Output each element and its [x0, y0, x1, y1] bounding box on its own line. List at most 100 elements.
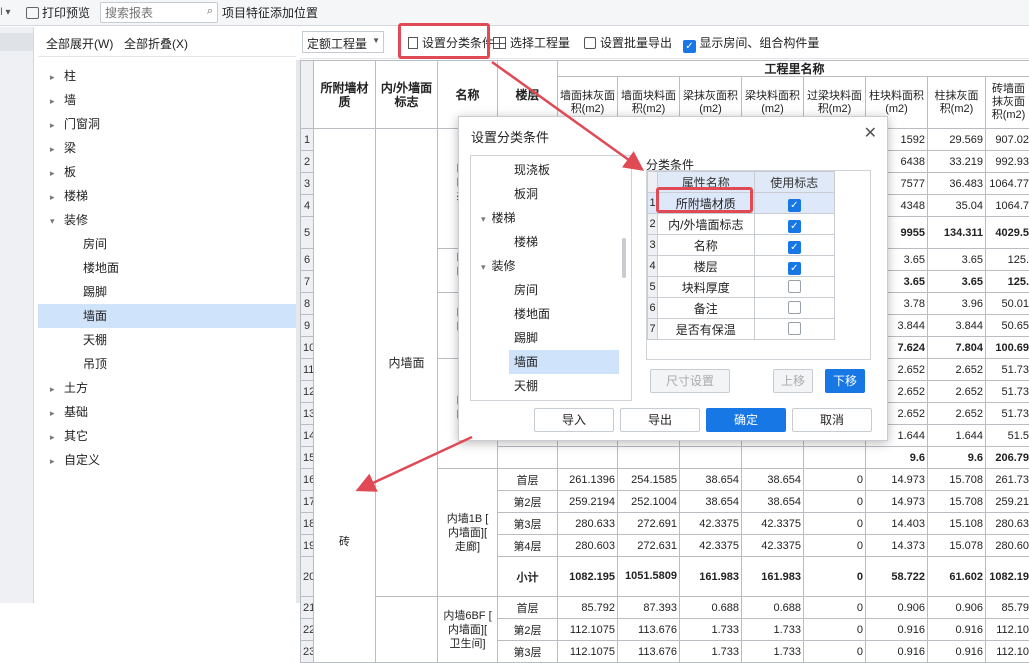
floor-cell[interactable]: 小计 — [498, 557, 558, 597]
value-cell[interactable]: 7.804 — [928, 337, 986, 359]
criteria-use-flag[interactable]: ✓ — [754, 193, 834, 214]
value-cell[interactable]: 38.654 — [680, 469, 742, 491]
wall-flag-cell[interactable] — [376, 597, 438, 663]
dialog-tree-item[interactable]: 板洞 — [514, 182, 538, 206]
value-cell[interactable]: 14.373 — [866, 535, 928, 557]
checkbox-checked-icon[interactable]: ✓ — [788, 199, 801, 212]
value-cell[interactable]: 14.973 — [866, 469, 928, 491]
value-cell[interactable]: 15.708 — [928, 491, 986, 513]
criteria-row[interactable]: 7是否有保温 — [648, 319, 835, 340]
floor-cell[interactable]: 第3层 — [498, 513, 558, 535]
tree-item[interactable]: ▸墙 — [38, 88, 296, 112]
value-cell[interactable]: 38.654 — [680, 491, 742, 513]
checkbox-unchecked-icon[interactable] — [788, 280, 801, 293]
checkbox-unchecked-icon[interactable] — [788, 322, 801, 335]
value-cell[interactable]: 0.906 — [928, 597, 986, 619]
chevron-right-icon[interactable]: ▸ — [50, 449, 60, 473]
value-cell[interactable]: 3.65 — [928, 249, 986, 271]
tree-item[interactable]: ▸自定义 — [38, 448, 296, 472]
value-cell[interactable]: 51.5 — [986, 425, 1029, 447]
value-cell[interactable]: 252.1004 — [618, 491, 680, 513]
value-cell[interactable]: 50.65 — [986, 315, 1029, 337]
value-cell[interactable]: 35.04 — [928, 195, 986, 217]
tree-item[interactable]: 吊顶 — [38, 352, 296, 376]
criteria-row[interactable]: 2内/外墙面标志✓ — [648, 214, 835, 235]
tree-item[interactable]: 楼地面 — [38, 256, 296, 280]
value-cell[interactable]: 0 — [804, 619, 866, 641]
value-cell[interactable]: 125. — [986, 249, 1029, 271]
value-cell[interactable] — [804, 447, 866, 469]
floor-cell[interactable] — [498, 447, 558, 469]
move-down-button[interactable]: 下移 — [825, 369, 865, 393]
criteria-row[interactable]: 3名称✓ — [648, 235, 835, 256]
value-cell[interactable]: 2.652 — [928, 381, 986, 403]
value-cell[interactable]: 42.3375 — [680, 535, 742, 557]
tree-item[interactable]: ▸梁 — [38, 136, 296, 160]
collapse-all-button[interactable]: 全部折叠(X) — [124, 35, 188, 52]
value-cell[interactable]: 0.906 — [866, 597, 928, 619]
value-cell[interactable]: 161.983 — [680, 557, 742, 597]
column-header[interactable]: 内/外墙面标志 — [376, 61, 438, 129]
value-cell[interactable]: 113.676 — [618, 641, 680, 663]
criteria-use-flag[interactable]: ✓ — [754, 214, 834, 235]
chevron-right-icon[interactable]: ▸ — [50, 425, 60, 449]
value-cell[interactable] — [680, 447, 742, 469]
criteria-row[interactable]: 5块料厚度 — [648, 277, 835, 298]
value-cell[interactable]: 51.73 — [986, 381, 1029, 403]
value-cell[interactable]: 992.93 — [986, 151, 1029, 173]
value-cell[interactable]: 0.688 — [680, 597, 742, 619]
value-cell[interactable]: 280.63 — [986, 513, 1029, 535]
chevron-right-icon[interactable]: ▸ — [50, 185, 60, 209]
report-search[interactable]: ⌕ — [100, 2, 218, 23]
value-cell[interactable]: 3.844 — [928, 315, 986, 337]
value-cell[interactable]: 14.403 — [866, 513, 928, 535]
dialog-tree-item[interactable]: ▾楼梯 — [481, 206, 516, 230]
dialog-tree-item[interactable]: 房间 — [514, 278, 538, 302]
value-cell[interactable]: 259.2194 — [558, 491, 618, 513]
value-cell[interactable]: 29.569 — [928, 129, 986, 151]
column-header[interactable]: 砖墙面抹灰面积(m2) — [986, 77, 1029, 129]
value-cell[interactable] — [558, 447, 618, 469]
value-cell[interactable] — [618, 447, 680, 469]
tree-item[interactable]: ▸土方 — [38, 376, 296, 400]
value-cell[interactable]: 112.1075 — [558, 619, 618, 641]
value-cell[interactable]: 1.733 — [742, 619, 804, 641]
value-cell[interactable]: 261.73 — [986, 469, 1029, 491]
value-cell[interactable]: 3.96 — [928, 293, 986, 315]
value-cell[interactable]: 161.983 — [742, 557, 804, 597]
criteria-use-flag[interactable]: ✓ — [754, 235, 834, 256]
value-cell[interactable]: 0 — [804, 535, 866, 557]
value-cell[interactable]: 38.654 — [742, 469, 804, 491]
value-cell[interactable]: 280.633 — [558, 513, 618, 535]
table-row[interactable]: 21内墙6BF [ 内墙面][ 卫生间]首层85.79287.3930.6880… — [301, 597, 1029, 619]
value-cell[interactable]: 112.1075 — [558, 641, 618, 663]
floor-cell[interactable]: 第4层 — [498, 535, 558, 557]
value-cell[interactable]: 1082.19 — [986, 557, 1029, 597]
report-search-input[interactable] — [101, 3, 193, 22]
add-item-feature-position-menu[interactable]: 项目特征添加位置 — [222, 4, 318, 22]
show-room-components-toggle[interactable]: ✓ 显示房间、组合构件量 — [683, 34, 819, 52]
value-cell[interactable]: 0 — [804, 491, 866, 513]
value-cell[interactable]: 4029.5 — [986, 217, 1029, 249]
tree-item[interactable]: ▸柱 — [38, 64, 296, 88]
ok-button[interactable]: 确定 — [706, 408, 786, 432]
dropdown-arrow-icon[interactable]: ⅼ ▾ — [0, 4, 11, 22]
export-button[interactable]: 导出 — [620, 408, 700, 432]
dialog-tree-item[interactable]: ▾装修 — [481, 254, 516, 278]
chevron-right-icon[interactable]: ▸ — [50, 161, 60, 185]
floor-cell[interactable]: 首层 — [498, 469, 558, 491]
tree-item[interactable]: 墙面 — [38, 304, 296, 328]
value-cell[interactable]: 0.916 — [928, 641, 986, 663]
chevron-right-icon[interactable]: ▸ — [50, 89, 60, 113]
value-cell[interactable]: 58.722 — [866, 557, 928, 597]
value-cell[interactable]: 112.10 — [986, 619, 1029, 641]
dialog-tree-item[interactable]: 天棚 — [514, 374, 538, 398]
strip-tab[interactable] — [0, 33, 33, 51]
value-cell[interactable]: 1.733 — [742, 641, 804, 663]
name-cell[interactable]: 内墙6BF [ 内墙面][ 卫生间] — [438, 597, 498, 663]
checkbox-unchecked-icon[interactable] — [788, 301, 801, 314]
tree-item[interactable]: 踢脚 — [38, 280, 296, 304]
batch-export-button[interactable]: 设置批量导出 — [584, 34, 672, 52]
dialog-tree-item[interactable]: 踢脚 — [514, 326, 538, 350]
floor-cell[interactable]: 第2层 — [498, 619, 558, 641]
